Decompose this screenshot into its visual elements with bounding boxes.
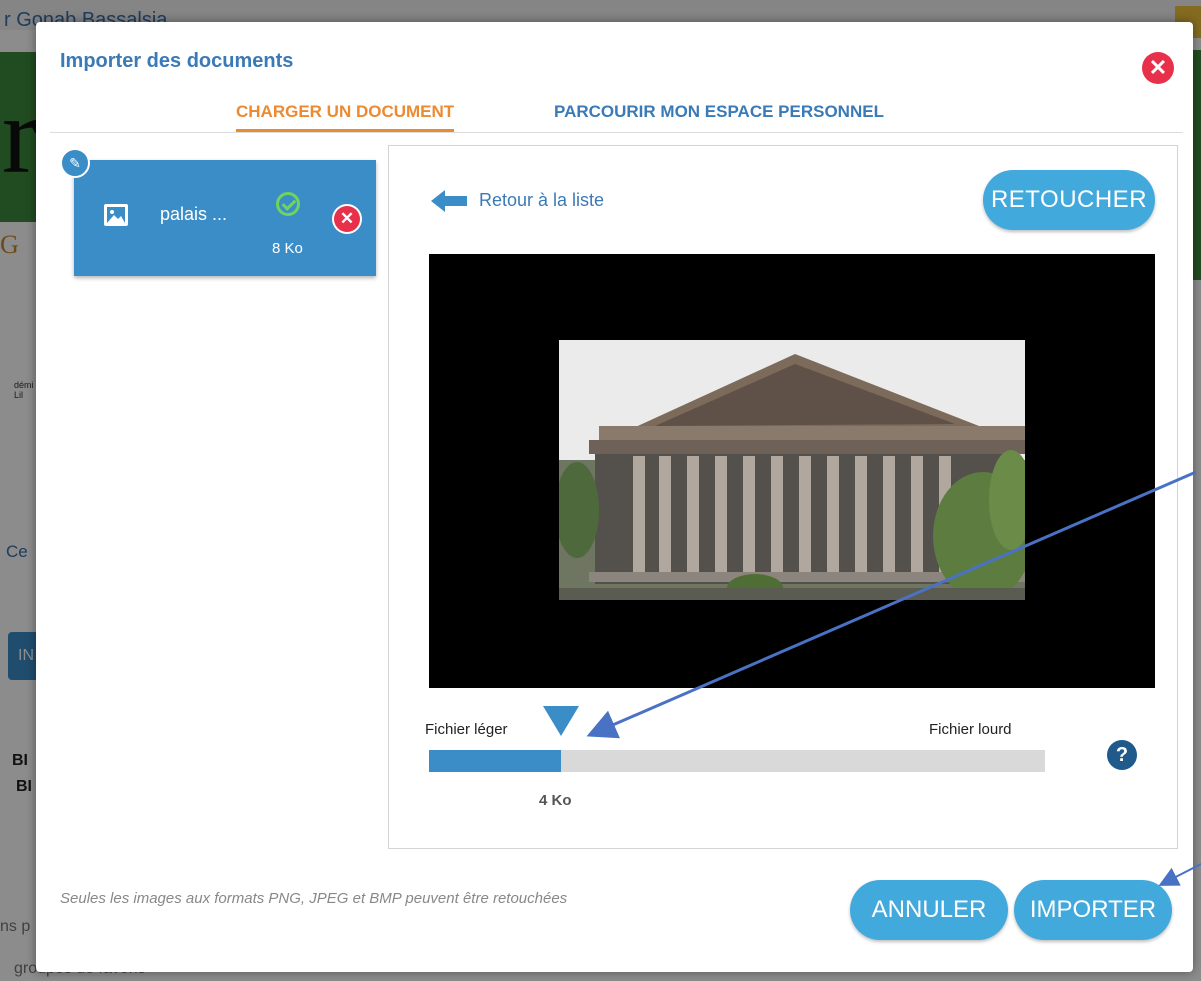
import-button[interactable]: IMPORTER (1014, 880, 1172, 940)
file-name: palais ... (160, 204, 228, 224)
preview-panel: Retour à la liste RETOUCHER Fichier lége… (388, 145, 1178, 849)
back-to-list-link[interactable]: Retour à la liste (479, 190, 604, 211)
format-note: Seules les images aux formats PNG, JPEG … (60, 890, 568, 907)
question-icon[interactable]: ? (1107, 740, 1137, 770)
image-preview (429, 254, 1155, 688)
quality-slider-handle[interactable] (543, 706, 579, 736)
image-icon (104, 204, 128, 226)
pencil-icon[interactable]: ✎ (60, 148, 90, 178)
slider-min-label: Fichier léger (425, 721, 508, 738)
file-list-item[interactable]: palais ... 8 Ko ✕ (74, 160, 376, 276)
tab-upload-document[interactable]: CHARGER UN DOCUMENT (236, 102, 455, 132)
tab-browse-personal-space[interactable]: PARCOURIR MON ESPACE PERSONNEL (554, 102, 884, 129)
close-icon: ✕ (334, 206, 360, 232)
check-circle-icon (276, 192, 300, 216)
file-size: 8 Ko (272, 240, 303, 257)
dialog-title: Importer des documents (60, 50, 294, 72)
close-icon[interactable]: ✕ (1142, 52, 1174, 84)
quality-slider-track[interactable] (429, 750, 1045, 772)
preview-photo (559, 340, 1025, 600)
import-documents-dialog: Importer des documents ✕ CHARGER UN DOCU… (36, 22, 1193, 972)
remove-file-button[interactable]: ✕ (332, 204, 362, 234)
slider-max-label: Fichier lourd (929, 721, 1012, 738)
tab-bar: CHARGER UN DOCUMENT PARCOURIR MON ESPACE… (50, 98, 1183, 133)
cancel-button[interactable]: ANNULER (850, 880, 1008, 940)
arrow-left-icon[interactable] (431, 190, 469, 217)
estimated-file-size: 4 Ko (539, 792, 572, 809)
quality-slider-fill (429, 750, 561, 772)
retouch-button[interactable]: RETOUCHER (983, 170, 1155, 230)
